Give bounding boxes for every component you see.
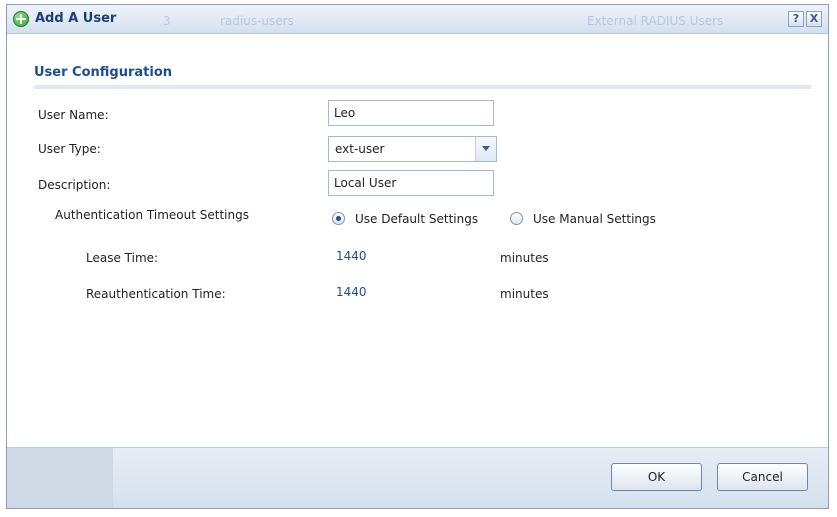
ok-button[interactable]: OK [611,463,702,491]
background-row-id: 3 [163,14,171,28]
section-divider [34,85,811,89]
default-settings-label[interactable]: Use Default Settings [355,212,478,226]
manual-settings-label[interactable]: Use Manual Settings [533,212,656,226]
help-button[interactable]: ? [788,11,804,27]
reauth-time-label: Reauthentication Time: [86,287,226,301]
background-row-name: radius-users [220,14,294,28]
user-type-label: User Type: [38,142,101,156]
dialog-titlebar[interactable]: 3 radius-users External RADIUS Users Add… [7,5,828,34]
default-settings-radio[interactable] [332,212,345,225]
lease-time-label: Lease Time: [86,251,159,265]
chevron-down-icon[interactable] [475,137,496,161]
background-row-type: External RADIUS Users [587,14,724,28]
dialog-footer: OK Cancel [7,447,828,508]
manual-settings-radio[interactable] [510,212,523,225]
user-type-value: ext-user [335,142,385,156]
description-input[interactable] [328,170,494,196]
footer-side-panel [7,448,113,508]
user-name-input[interactable] [328,100,494,126]
description-label: Description: [38,178,111,192]
reauth-time-unit: minutes [500,287,549,301]
section-title: User Configuration [34,65,173,80]
cancel-button[interactable]: Cancel [717,463,808,491]
close-button[interactable]: X [806,11,822,27]
auth-timeout-label: Authentication Timeout Settings [55,208,249,222]
lease-time-unit: minutes [500,251,549,265]
reauth-time-value: 1440 [336,285,367,299]
user-name-label: User Name: [38,108,109,122]
dialog-title: Add A User [35,11,117,26]
add-user-dialog: 3 radius-users External RADIUS Users Add… [6,4,829,509]
user-type-select[interactable]: ext-user [328,136,497,162]
lease-time-value: 1440 [336,249,367,263]
add-icon [13,11,29,27]
